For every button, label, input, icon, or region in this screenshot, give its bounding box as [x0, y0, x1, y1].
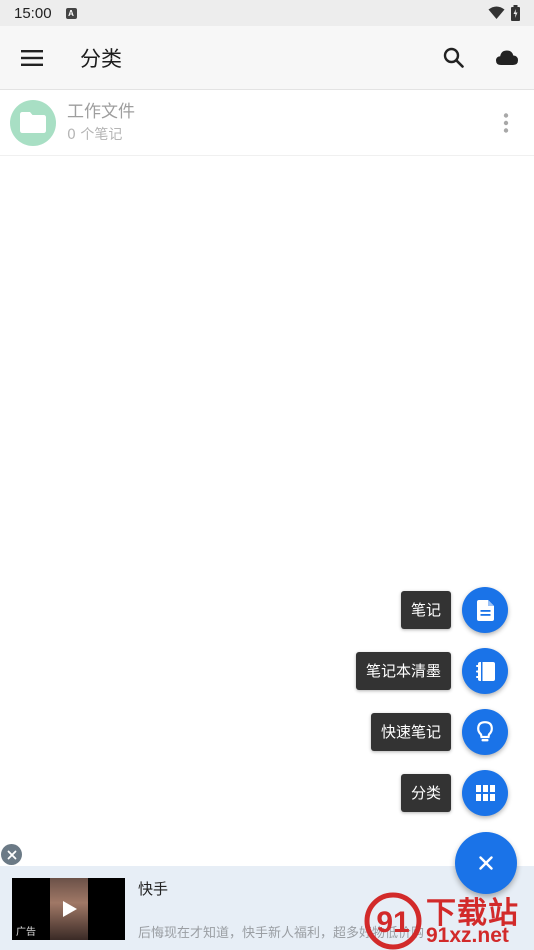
play-icon: [63, 901, 77, 917]
category-note-count: 0 个笔记: [67, 126, 123, 143]
ad-tag: 广告: [16, 927, 36, 938]
status-indicators: [488, 5, 520, 21]
close-icon: [479, 856, 493, 870]
fab-label-notebook[interactable]: 笔记本清墨: [355, 652, 451, 690]
cloud-icon: [496, 50, 518, 65]
wifi-icon: [488, 6, 505, 19]
fab-label-category[interactable]: 分类: [400, 774, 451, 812]
fab-note-button[interactable]: [462, 587, 508, 633]
ad-close-button[interactable]: [1, 844, 22, 865]
more-options-button[interactable]: [478, 90, 534, 156]
watermark-logo-icon: 91: [364, 892, 422, 950]
search-button[interactable]: [426, 26, 480, 90]
app-bar: 分类: [0, 26, 534, 90]
notebook-icon: [475, 661, 495, 681]
list-item-text: 工作文件 0 个笔记: [67, 101, 135, 145]
close-icon: [7, 850, 16, 859]
ad-video-thumbnail[interactable]: 广告: [12, 878, 125, 940]
hamburger-menu-icon: [21, 49, 43, 66]
status-time: 15:00: [14, 4, 52, 22]
fab-label-note[interactable]: 笔记: [400, 591, 451, 629]
document-icon: [476, 599, 494, 621]
grid-icon: [475, 785, 495, 801]
category-title: 工作文件: [67, 101, 135, 122]
svg-text:91: 91: [376, 906, 409, 939]
more-vertical-icon: [503, 112, 509, 133]
search-icon: [443, 47, 464, 68]
battery-icon: [511, 5, 520, 21]
fab-item-notebook[interactable]: 笔记本清墨: [355, 648, 508, 694]
fab-item-category[interactable]: 分类: [400, 770, 508, 816]
fab-close-button[interactable]: [455, 832, 517, 894]
folder-avatar: [10, 99, 56, 146]
fab-quick-note-button[interactable]: [462, 709, 508, 755]
fab-notebook-button[interactable]: [462, 648, 508, 694]
status-bar: 15:00 A: [0, 0, 534, 26]
watermark: 91 下载站 91xz.net: [364, 888, 534, 950]
list-item-category[interactable]: 工作文件 0 个笔记: [0, 90, 534, 156]
folder-icon: [20, 112, 46, 133]
fab-item-note[interactable]: 笔记: [400, 587, 508, 633]
fab-category-button[interactable]: [462, 770, 508, 816]
lightbulb-icon: [477, 721, 493, 742]
app-bar-actions: [426, 26, 534, 90]
fab-item-quick-note[interactable]: 快速笔记: [370, 709, 508, 755]
page-title: 分类: [80, 46, 122, 71]
notification-a-icon: A: [65, 7, 77, 19]
menu-button[interactable]: [0, 26, 64, 90]
cloud-sync-button[interactable]: [480, 26, 534, 90]
fab-label-quick-note[interactable]: 快速笔记: [370, 713, 451, 751]
watermark-url: 91xz.net: [426, 924, 509, 947]
ad-title: 快手: [138, 880, 169, 898]
